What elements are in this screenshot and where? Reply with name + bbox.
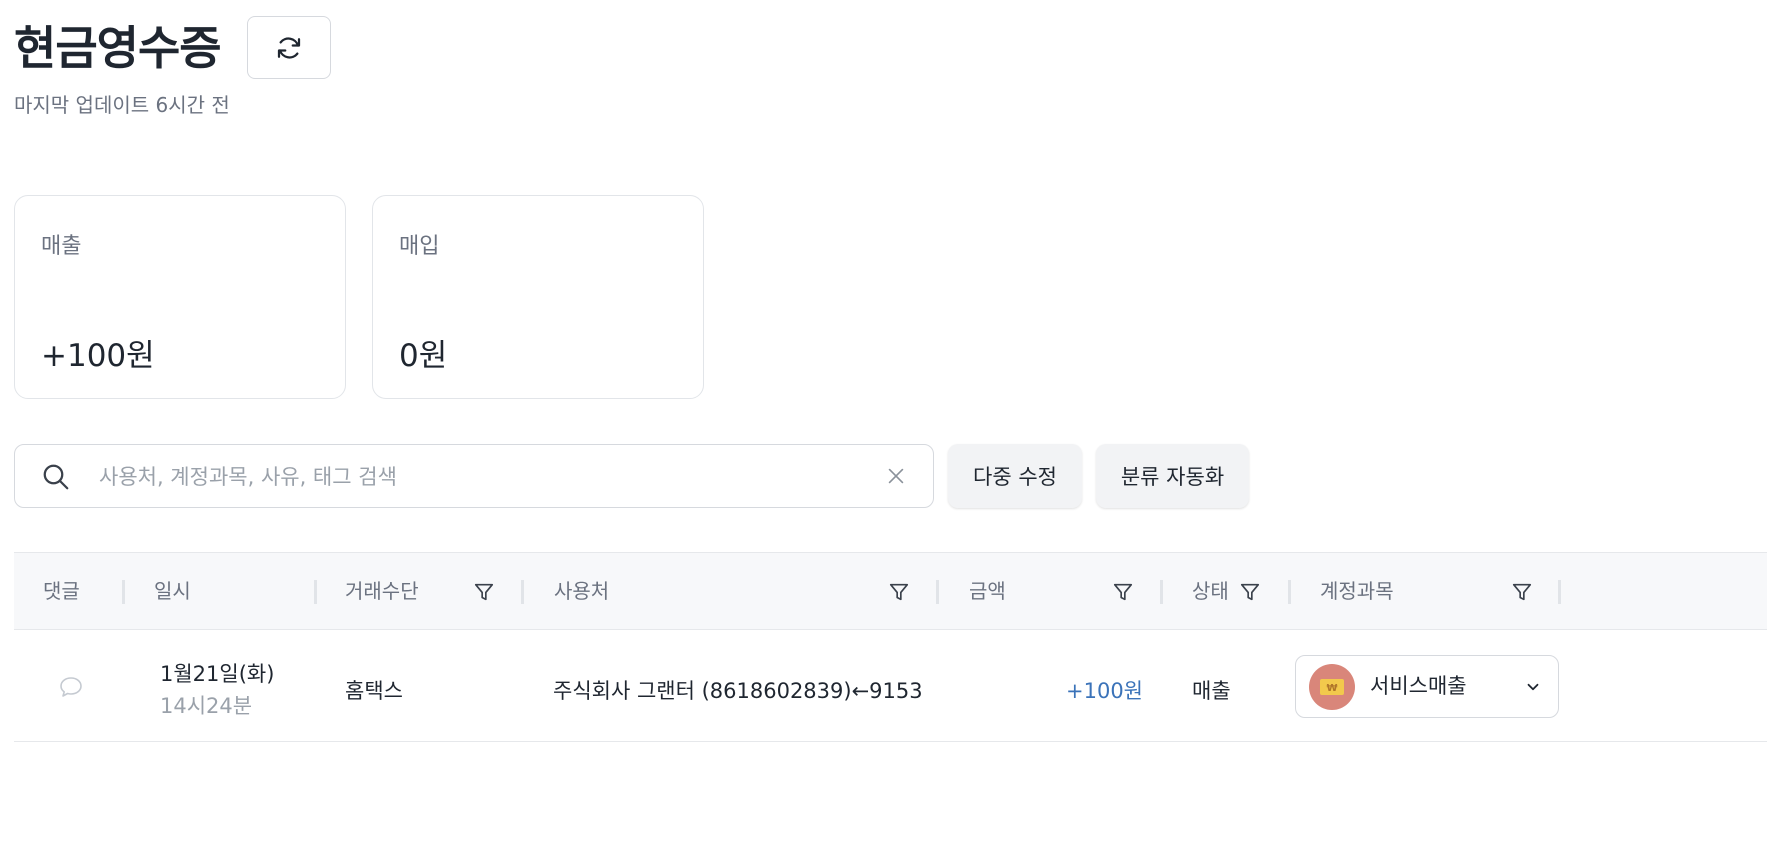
- column-resizer[interactable]: [122, 580, 125, 604]
- sales-label: 매출: [41, 234, 82, 259]
- row-date: 1월21일(화): [160, 662, 275, 686]
- column-header-method: 거래수단: [345, 579, 419, 603]
- refresh-button[interactable]: [247, 16, 331, 79]
- sales-value: +100원: [41, 338, 155, 374]
- column-resizer[interactable]: [521, 580, 524, 604]
- search-bar: [14, 444, 934, 508]
- bulk-edit-button[interactable]: 다중 수정: [948, 444, 1082, 508]
- purchases-summary-card: 매입 0원: [372, 195, 704, 399]
- column-resizer[interactable]: [936, 580, 939, 604]
- svg-text:₩: ₩: [1326, 683, 1337, 694]
- chevron-down-icon: [1527, 683, 1539, 691]
- comment-icon[interactable]: [58, 675, 84, 699]
- row-time: 14시24분: [160, 694, 253, 718]
- row-amount: +100원: [1066, 679, 1143, 703]
- column-resizer[interactable]: [314, 580, 317, 604]
- auto-classify-button[interactable]: 분류 자동화: [1096, 444, 1249, 508]
- column-resizer[interactable]: [1160, 580, 1163, 604]
- page-title: 현금영수증: [14, 21, 222, 75]
- filter-icon[interactable]: [1112, 581, 1134, 603]
- won-bill-icon: ₩: [1309, 664, 1355, 710]
- last-updated-text: 마지막 업데이트 6시간 전: [14, 93, 230, 117]
- account-label: 서비스매출: [1370, 674, 1467, 698]
- search-input[interactable]: [97, 459, 861, 495]
- clear-icon[interactable]: [885, 465, 907, 487]
- column-header-account: 계정과목: [1320, 579, 1394, 603]
- row-status: 매출: [1192, 679, 1231, 703]
- refresh-icon: [277, 36, 301, 59]
- purchases-value: 0원: [399, 338, 448, 374]
- table-header: 댓글 일시 거래수단 사용처 금액 상태 계정과목: [14, 552, 1767, 630]
- table-row[interactable]: 1월21일(화) 14시24분 홈택스 주식회사 그랜터 (8618602839…: [14, 630, 1767, 742]
- filter-icon[interactable]: [888, 581, 910, 603]
- column-header-amount: 금액: [969, 579, 1006, 603]
- column-resizer[interactable]: [1288, 580, 1291, 604]
- filter-icon[interactable]: [1239, 581, 1261, 603]
- search-icon: [43, 464, 69, 490]
- column-header-comment: 댓글: [43, 579, 80, 603]
- purchases-label: 매입: [399, 234, 440, 259]
- column-header-status: 상태: [1192, 579, 1229, 603]
- row-method: 홈택스: [345, 679, 403, 703]
- filter-icon[interactable]: [473, 581, 495, 603]
- column-header-date: 일시: [154, 579, 191, 603]
- sales-summary-card: 매출 +100원: [14, 195, 346, 399]
- column-header-merchant: 사용처: [554, 579, 610, 603]
- account-select[interactable]: ₩ 서비스매출: [1295, 655, 1559, 718]
- filter-icon[interactable]: [1511, 581, 1533, 603]
- column-resizer[interactable]: [1558, 580, 1561, 604]
- row-merchant: 주식회사 그랜터 (8618602839)←9153: [553, 679, 923, 703]
